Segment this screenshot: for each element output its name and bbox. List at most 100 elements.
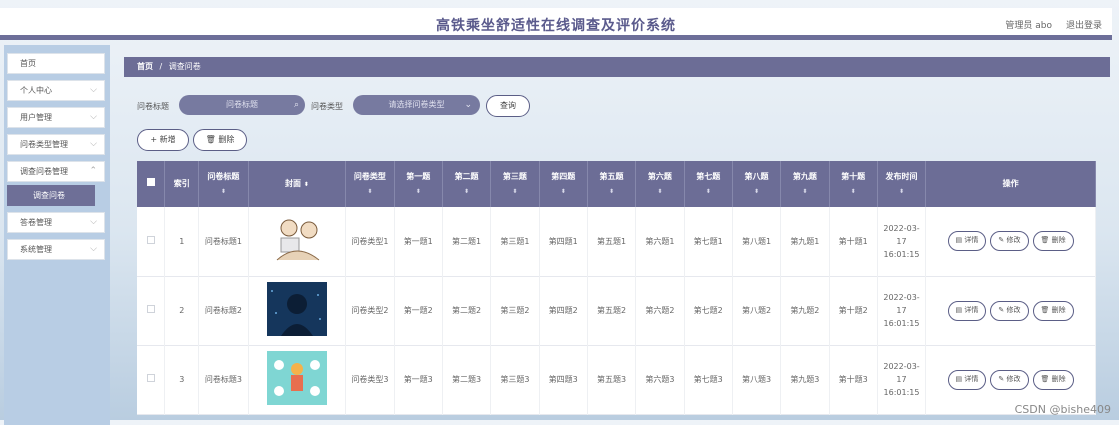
edit-button[interactable]: ✎ 修改 <box>990 369 1029 390</box>
row-question-4: 第四题3 <box>539 345 588 414</box>
pencil-icon: ✎ <box>998 236 1005 245</box>
sidebar-subitem-survey[interactable]: 调查问卷 <box>7 185 95 206</box>
edit-button[interactable]: ✎ 修改 <box>990 300 1029 321</box>
delete-button[interactable]: 🗑 删除 <box>1032 300 1074 321</box>
search-icon: ⌕ <box>293 100 299 110</box>
chevron-down-icon: ⌵ <box>90 112 97 122</box>
row-question-10: 第十题1 <box>829 207 878 276</box>
sort-icon: ⬍ <box>899 187 905 195</box>
sidebar-item-survey-types[interactable]: 问卷类型管理 ⌵ <box>7 134 105 155</box>
top-bar: 高铁乘坐舒适性在线调查及评价系统 管理员 abo 退出登录 <box>0 8 1112 40</box>
sidebar-item-label: 答卷管理 <box>20 218 52 227</box>
sort-icon: ⬍ <box>560 187 566 195</box>
row-question-4: 第四题1 <box>539 207 588 276</box>
add-button[interactable]: + 新增 <box>137 129 189 151</box>
sidebar-item-label: 个人中心 <box>20 86 52 95</box>
row-question-8: 第八题2 <box>732 276 782 345</box>
delete-button[interactable]: 🗑 删除 <box>1032 231 1074 252</box>
row-type: 问卷类型1 <box>345 207 395 276</box>
title-filter-label: 问卷标题 <box>137 102 169 111</box>
header-q1[interactable]: 第一题 ⬍ <box>394 161 443 207</box>
header-q5[interactable]: 第五题 ⬍ <box>587 161 637 207</box>
row-index: 1 <box>164 207 200 276</box>
row-question-2: 第二题2 <box>442 276 492 345</box>
detail-button[interactable]: ▤ 详情 <box>947 231 987 252</box>
delete-button[interactable]: 🗑 删除 <box>1032 369 1074 390</box>
chevron-down-icon: ⌵ <box>90 244 97 254</box>
type-select-placeholder: 请选择问卷类型 <box>388 100 445 109</box>
trash-icon: 🗑 <box>1040 305 1050 314</box>
header-q8[interactable]: 第八题 ⬍ <box>732 161 782 207</box>
row-question-7: 第七题3 <box>684 345 733 414</box>
header-index[interactable]: 索引 <box>164 161 200 207</box>
sort-icon: ⬍ <box>657 187 663 195</box>
row-checkbox[interactable] <box>137 207 166 276</box>
sidebar-item-system[interactable]: 系统管理 ⌵ <box>7 239 105 260</box>
header-q2[interactable]: 第二题 ⬍ <box>442 161 492 207</box>
row-publish-time: 2022-03-17 16:01:15 <box>877 345 927 414</box>
row-question-5: 第五题2 <box>587 276 637 345</box>
row-checkbox[interactable] <box>137 276 166 345</box>
row-checkbox[interactable] <box>137 345 166 414</box>
header-title[interactable]: 问卷标题 ⬍ <box>198 161 249 207</box>
sidebar-item-users[interactable]: 用户管理 ⌵ <box>7 107 105 128</box>
app-title: 高铁乘坐舒适性在线调查及评价系统 <box>436 18 676 34</box>
header-type[interactable]: 问卷类型 ⬍ <box>345 161 395 207</box>
detail-button[interactable]: ▤ 详情 <box>947 300 987 321</box>
sidebar-item-home[interactable]: 首页 <box>7 53 105 74</box>
chevron-down-icon: ⌵ <box>90 217 97 227</box>
header-q9[interactable]: 第九题 ⬍ <box>780 161 830 207</box>
sidebar-item-label: 用户管理 <box>20 113 52 122</box>
title-search-input[interactable]: 问卷标题 ⌕ <box>179 95 305 115</box>
edit-button[interactable]: ✎ 修改 <box>990 231 1029 252</box>
row-index: 2 <box>164 276 200 345</box>
row-question-9: 第九题1 <box>780 207 830 276</box>
table-row: 3 问卷标题3 问卷类型3 第一题3 第二题3 第三题3 第四题3 第五题3 第六题3 第七题3 第… <box>137 345 1096 414</box>
sidebar-item-answers[interactable]: 答卷管理 ⌵ <box>7 212 105 233</box>
trash-icon: 🗑 <box>205 135 216 144</box>
header-q10[interactable]: 第十题 ⬍ <box>829 161 878 207</box>
table-row: 1 问卷标题1 问卷类型1 第一题1 第二题1 第三题1 第四题1 第五题1 第六题1 第七题1 第… <box>137 207 1096 276</box>
row-question-4: 第四题2 <box>539 276 588 345</box>
query-button[interactable]: 查询 <box>486 95 530 117</box>
sidebar-item-label: 系统管理 <box>20 245 52 254</box>
row-question-10: 第十题2 <box>829 276 878 345</box>
type-select[interactable]: 请选择问卷类型 ⌄ <box>353 95 480 115</box>
row-actions: ▤ 详情 ✎ 修改 🗑 删除 <box>925 207 1096 276</box>
table-row: 2 问卷标题2 问卷类型2 第一题2 第二题2 第三题2 第四题2 第五题2 第六题2 第七题2 第… <box>137 276 1096 345</box>
main-content: 首页 / 调查问卷 问卷标题 问卷标题 ⌕ 问卷类型 请选择问卷类型 ⌄ 查询 … <box>124 45 1112 425</box>
row-title: 问卷标题2 <box>198 276 249 345</box>
row-title: 问卷标题3 <box>198 345 249 414</box>
row-question-1: 第一题1 <box>394 207 443 276</box>
header-time[interactable]: 发布时间 ⬍ <box>877 161 927 207</box>
row-question-10: 第十题3 <box>829 345 878 414</box>
logout-link[interactable]: 退出登录 <box>1066 18 1102 31</box>
row-type: 问卷类型3 <box>345 345 395 414</box>
header-q4[interactable]: 第四题 ⬍ <box>539 161 588 207</box>
select-all-checkbox[interactable] <box>137 161 166 207</box>
row-actions: ▤ 详情 ✎ 修改 🗑 删除 <box>925 276 1096 345</box>
row-type: 问卷类型2 <box>345 276 395 345</box>
title-search-placeholder: 问卷标题 <box>226 100 258 109</box>
row-question-6: 第六题2 <box>635 276 685 345</box>
batch-delete-button[interactable]: 🗑 删除 <box>193 129 247 151</box>
row-question-6: 第六题3 <box>635 345 685 414</box>
sidebar-item-personal[interactable]: 个人中心 ⌵ <box>7 80 105 101</box>
chevron-down-icon: ⌵ <box>90 85 97 95</box>
header-q3[interactable]: 第三题 ⬍ <box>490 161 540 207</box>
row-publish-time: 2022-03-17 16:01:15 <box>877 276 927 345</box>
row-cover <box>248 345 347 414</box>
detail-button[interactable]: ▤ 详情 <box>947 369 987 390</box>
trash-icon: 🗑 <box>1040 236 1050 245</box>
header-q7[interactable]: 第七题 ⬍ <box>684 161 733 207</box>
pencil-icon: ✎ <box>998 305 1005 314</box>
header-cover[interactable]: 封面 ⬍ <box>248 161 347 207</box>
sidebar-item-surveys[interactable]: 调查问卷管理 ⌃ <box>7 161 105 182</box>
row-index: 3 <box>164 345 200 414</box>
sort-icon: ⬍ <box>303 180 309 188</box>
breadcrumb-current: 调查问卷 <box>168 62 201 71</box>
row-question-7: 第七题1 <box>684 207 733 276</box>
admin-label: 管理员 abo <box>1005 21 1052 31</box>
header-q6[interactable]: 第六题 ⬍ <box>635 161 685 207</box>
breadcrumb-home[interactable]: 首页 <box>137 62 153 71</box>
